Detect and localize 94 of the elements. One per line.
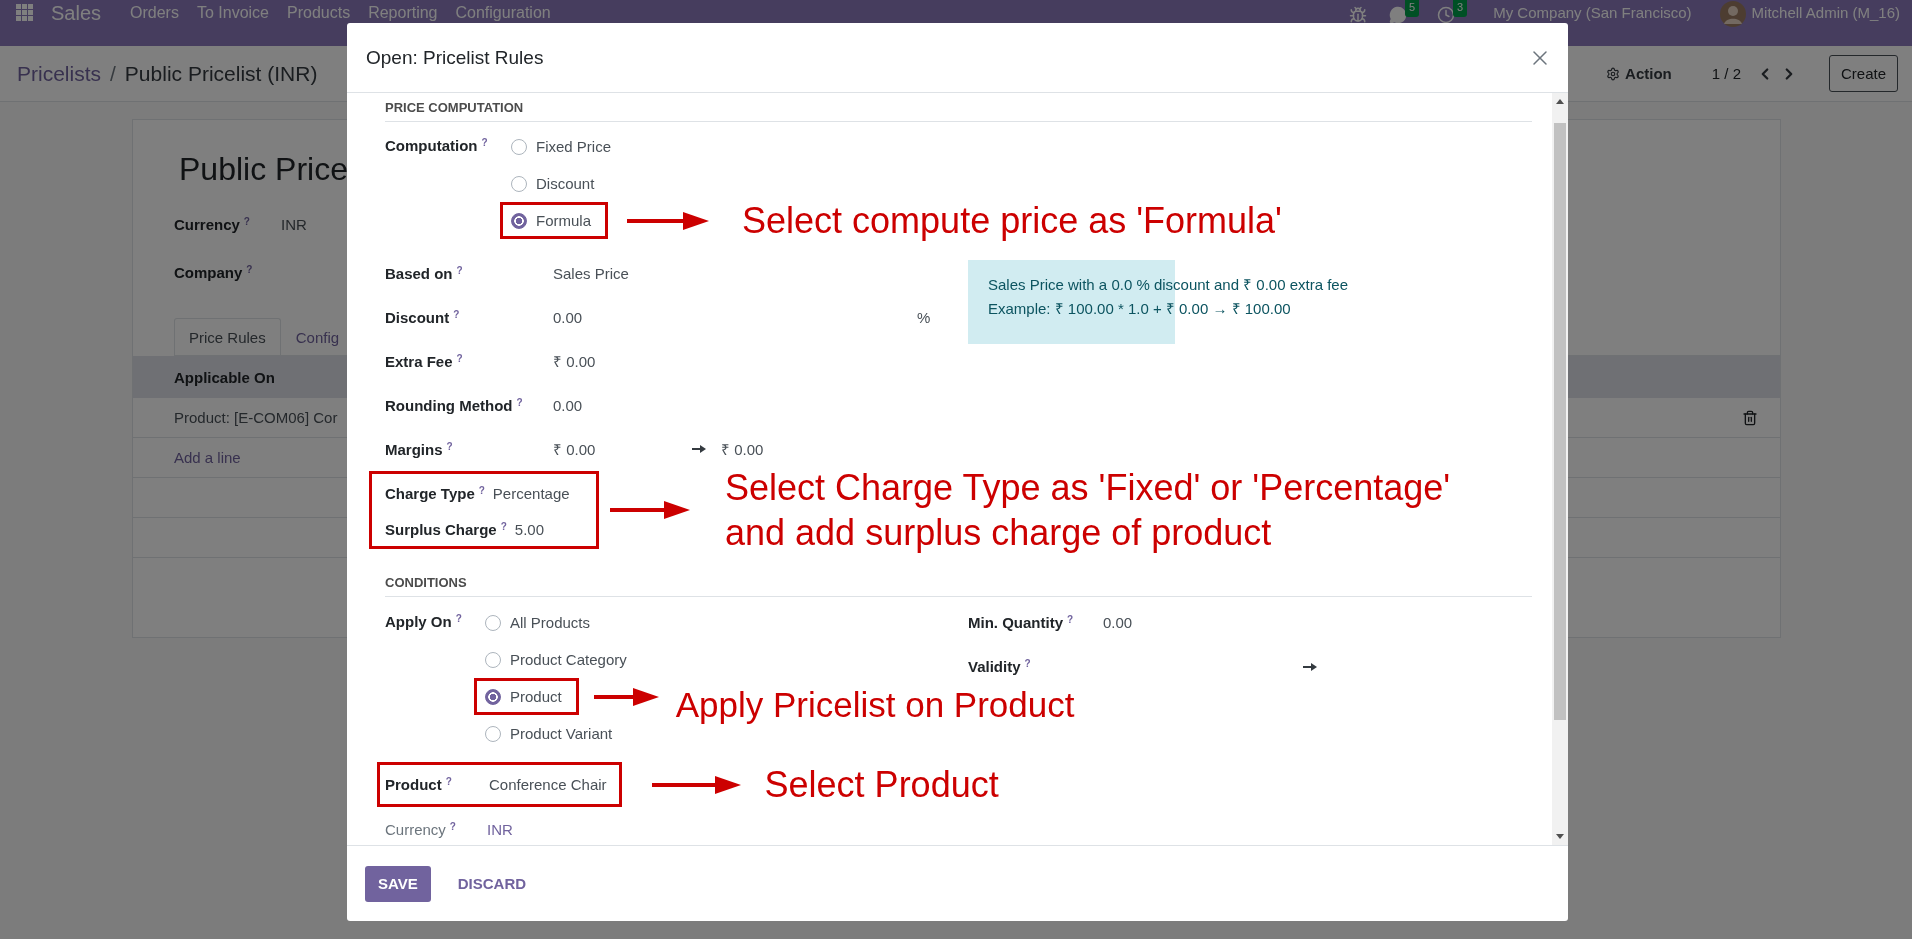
field-label: Product xyxy=(385,776,442,793)
action-button[interactable]: Action xyxy=(1606,65,1672,82)
create-button[interactable]: Create xyxy=(1828,55,1898,92)
field-value[interactable]: 0.00 xyxy=(553,396,583,414)
radio-button[interactable] xyxy=(511,175,527,192)
column-header: Applicable On xyxy=(174,368,275,386)
field-label: Min. Quantity xyxy=(968,614,1063,631)
field-label: Validity xyxy=(968,658,1021,675)
arrow-icon xyxy=(593,686,659,707)
help-mark[interactable]: ? xyxy=(445,776,452,787)
field-label: Surplus Charge xyxy=(385,520,497,538)
section-heading: CONDITIONS xyxy=(385,568,1532,597)
field-label: Currency xyxy=(385,820,446,838)
option-label[interactable]: Product Category xyxy=(510,651,627,668)
radio-button[interactable] xyxy=(485,651,501,668)
field-label: Based on xyxy=(385,264,453,282)
info-text: Sales Price with a 0.0 % discount and ₹ 0.00 extra fee xyxy=(988,275,1349,294)
clock-icon[interactable] xyxy=(1437,6,1456,24)
help-mark[interactable]: ? xyxy=(456,352,463,364)
field-value[interactable]: INR xyxy=(487,820,513,838)
help-mark[interactable]: ? xyxy=(246,263,253,275)
field-label: Extra Fee xyxy=(385,352,453,370)
field-label: Rounding Method xyxy=(385,396,513,414)
field-value[interactable]: Sales Price xyxy=(553,264,629,282)
field-label: Charge Type xyxy=(385,484,475,502)
field-label: Discount xyxy=(385,308,450,326)
field-label: Currency xyxy=(174,215,240,233)
annotation-text: Select Product xyxy=(764,764,999,805)
field-value[interactable]: ₹ 0.00 xyxy=(721,439,764,459)
option-label[interactable]: Product xyxy=(510,688,562,705)
radio-button[interactable] xyxy=(485,614,501,631)
help-mark[interactable]: ? xyxy=(500,520,507,532)
option-label[interactable]: Fixed Price xyxy=(536,138,612,155)
count-badge: 5 xyxy=(1405,0,1420,17)
add-line-link[interactable]: Add a line xyxy=(174,449,241,467)
help-mark[interactable]: ? xyxy=(453,308,460,320)
radio-button[interactable] xyxy=(511,212,527,229)
arrow-icon xyxy=(651,774,741,795)
chat-icon[interactable] xyxy=(1389,6,1408,24)
field-label: Computation xyxy=(385,137,478,154)
field-value[interactable]: 5.00 xyxy=(514,520,544,538)
settings-icon xyxy=(1606,66,1621,81)
discard-button[interactable]: DISCARD xyxy=(444,865,540,902)
help-mark[interactable]: ? xyxy=(456,264,463,276)
unit-label: % xyxy=(917,308,931,326)
pager-value[interactable]: 1 / 2 xyxy=(1711,65,1741,82)
help-mark[interactable]: ? xyxy=(455,613,462,624)
section-heading: PRICE COMPUTATION xyxy=(385,93,1532,122)
field-value[interactable]: Conference Chair xyxy=(489,776,607,793)
radio-button[interactable] xyxy=(485,688,501,705)
dialog-title: Open: Pricelist Rules xyxy=(366,46,544,69)
option-label[interactable]: Product Variant xyxy=(510,725,613,742)
scrollbar[interactable] xyxy=(1552,93,1568,845)
breadcrumb-current: Public Pricelist (INR) xyxy=(124,61,318,86)
field-value[interactable]: ₹ 0.00 xyxy=(553,439,692,459)
field-label: Margins xyxy=(385,440,443,458)
annotation-text: Apply Pricelist on Product xyxy=(675,684,1075,725)
tab[interactable]: Price Rules xyxy=(174,318,281,356)
help-mark[interactable]: ? xyxy=(243,215,250,227)
help-mark[interactable]: ? xyxy=(478,484,485,496)
option-label[interactable]: Discount xyxy=(536,175,595,192)
annotation-text: Select Charge Type as 'Fixed' or 'Percentage' and add surplus charge of product xyxy=(725,466,1451,555)
table-cell: Product: [E-COM06] Cor xyxy=(174,409,338,427)
radio-button[interactable] xyxy=(485,725,501,742)
record-title: Public Price xyxy=(179,150,348,189)
annotation-text: Select compute price as 'Formula' xyxy=(742,200,1282,241)
breadcrumb-separator: / xyxy=(110,61,116,86)
arrow-icon xyxy=(627,210,709,231)
option-label[interactable]: All Products xyxy=(510,614,591,631)
count-badge: 3 xyxy=(1453,0,1468,17)
help-mark[interactable]: ? xyxy=(516,396,523,408)
field-value[interactable]: Percentage xyxy=(492,484,570,502)
help-mark[interactable]: ? xyxy=(449,820,456,832)
field-value[interactable]: 0.00 xyxy=(553,308,917,326)
trash-icon[interactable] xyxy=(1742,409,1758,426)
radio-button[interactable] xyxy=(511,138,527,155)
bug-icon[interactable] xyxy=(1349,6,1368,24)
field-value[interactable]: 0.00 xyxy=(1103,614,1133,631)
field-value[interactable]: INR xyxy=(281,215,307,233)
breadcrumb-link[interactable]: Pricelists xyxy=(17,61,101,86)
help-mark[interactable]: ? xyxy=(1024,658,1031,669)
help-mark[interactable]: ? xyxy=(481,137,488,148)
help-mark[interactable]: ? xyxy=(446,440,453,452)
save-button[interactable]: SAVE xyxy=(365,865,431,902)
field-label: Apply On xyxy=(385,613,452,630)
arrow-icon xyxy=(692,444,706,454)
help-mark[interactable]: ? xyxy=(1067,614,1074,625)
apps-icon[interactable] xyxy=(16,4,33,21)
option-label[interactable]: Formula xyxy=(536,212,591,229)
arrow-icon xyxy=(1303,661,1317,672)
info-text: Example: ₹ 100.00 * 1.0 + ₹ 0.00 → ₹ 100.00 xyxy=(988,299,1291,318)
arrow-icon xyxy=(610,500,690,520)
field-value[interactable]: ₹ 0.00 xyxy=(553,351,596,371)
field-label: Company xyxy=(174,263,243,281)
